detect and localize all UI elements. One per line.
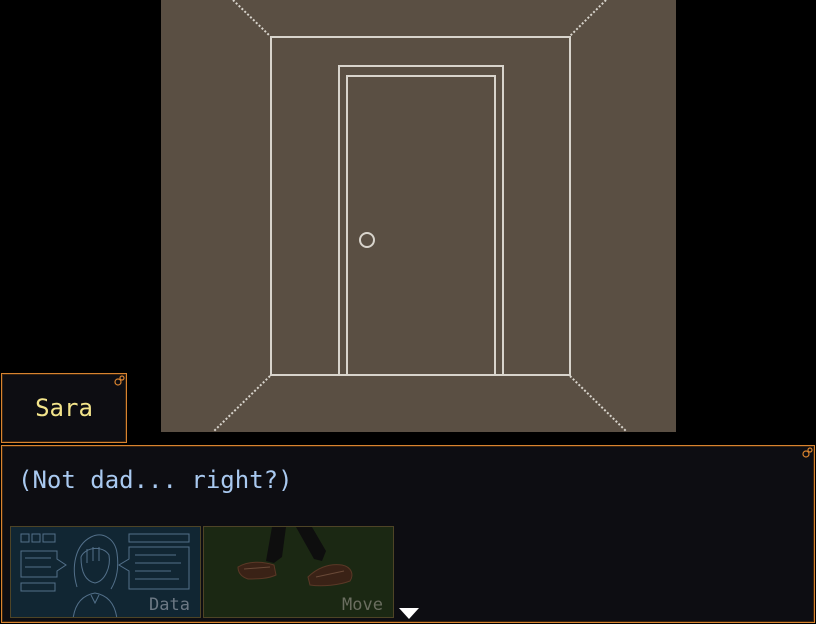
move-button-label: Move [342, 595, 383, 615]
back-wall [270, 36, 571, 376]
dialogue-text: (Not dad... right?) [18, 466, 293, 494]
ornament-corner-icon [802, 447, 813, 458]
move-button[interactable]: Move [203, 526, 394, 618]
door[interactable] [346, 75, 496, 375]
data-button-label: Data [149, 595, 190, 615]
door-frame [338, 65, 504, 375]
speaker-name: Sara [35, 394, 93, 422]
continue-arrow-icon[interactable] [399, 608, 419, 619]
door-knob[interactable] [359, 232, 375, 248]
message-window[interactable]: (Not dad... right?) Data Move [1, 445, 815, 623]
ornament-corner-icon [114, 375, 125, 386]
corridor-scene [161, 0, 676, 432]
speaker-name-box: Sara [1, 373, 127, 443]
data-button[interactable]: Data [10, 526, 201, 618]
door-hallway-view [212, 0, 628, 432]
